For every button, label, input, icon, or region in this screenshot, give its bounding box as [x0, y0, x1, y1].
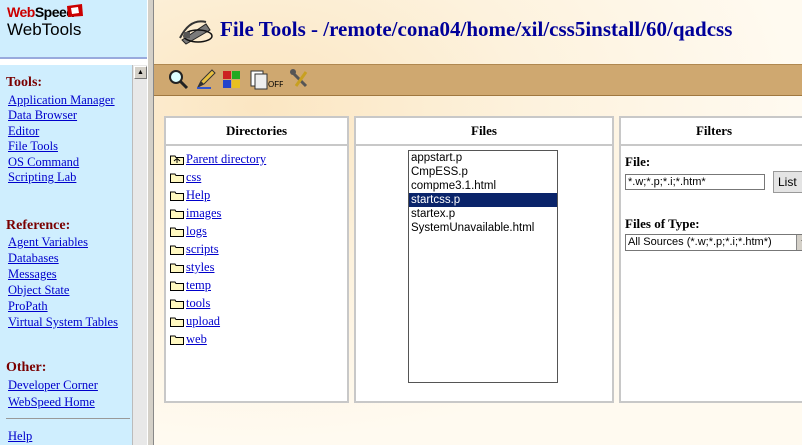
file-filter-input[interactable] — [625, 174, 765, 190]
main-frame: File Tools - /remote/cona04/home/xil/css… — [154, 0, 802, 445]
flag-icon — [67, 4, 83, 17]
files-off-icon[interactable]: OFF — [249, 68, 283, 90]
folder-icon — [170, 335, 184, 345]
filters-header: Filters — [621, 118, 802, 146]
puzzle-icon[interactable] — [221, 68, 243, 90]
folder-icon — [170, 317, 184, 327]
list-button[interactable]: List — [773, 171, 802, 193]
webspeed-logo[interactable]: WebSpeed WebTools — [0, 0, 147, 59]
scroll-up-arrow-icon[interactable]: ▲ — [134, 66, 147, 79]
nav-panel: Tools: Application Manager Data Browser … — [0, 65, 132, 445]
pencil-icon[interactable] — [195, 68, 217, 90]
nav-link-application-manager[interactable]: Application Manager — [8, 93, 115, 108]
nav-heading-tools: Tools: — [6, 75, 43, 90]
file-item[interactable]: compme3.1.html — [409, 179, 557, 193]
nav-link-object-state[interactable]: Object State — [8, 283, 69, 298]
nav-link-developer-corner[interactable]: Developer Corner — [8, 378, 98, 393]
nav-scrollbar[interactable]: ▲ — [132, 65, 147, 445]
nav-link-help[interactable]: Help — [8, 429, 32, 444]
folder-icon — [170, 281, 184, 291]
logo-web: Web — [7, 4, 35, 20]
frame-divider[interactable] — [147, 0, 154, 445]
file-listbox[interactable]: appstart.p CmpESS.p compme3.1.html start… — [408, 150, 558, 383]
nav-link-editor[interactable]: Editor — [8, 124, 39, 139]
file-item[interactable]: CmpESS.p — [409, 165, 557, 179]
folder-up-icon — [170, 155, 184, 165]
folder-icon — [170, 173, 184, 183]
dir-link-tools[interactable]: tools — [170, 296, 210, 311]
nav-heading-reference: Reference: — [6, 218, 71, 233]
magnifier-icon[interactable] — [167, 68, 189, 90]
folder-icon — [170, 299, 184, 309]
file-tools-icon — [179, 20, 213, 45]
tools-icon[interactable] — [288, 68, 310, 90]
folder-icon — [170, 191, 184, 201]
files-of-type-value: All Sources (*.w;*.p;*.i;*.htm*) — [628, 236, 772, 248]
nav-heading-other: Other: — [6, 360, 47, 375]
folder-icon — [170, 209, 184, 219]
nav-link-databases[interactable]: Databases — [8, 251, 59, 266]
dir-link-scripts[interactable]: scripts — [170, 242, 219, 257]
nav-link-webspeed-home[interactable]: WebSpeed Home — [8, 395, 95, 410]
nav-divider — [6, 418, 130, 419]
svg-text:OFF: OFF — [268, 80, 283, 89]
files-header: Files — [356, 118, 612, 146]
file-item[interactable]: startex.p — [409, 207, 557, 221]
dir-link-help[interactable]: Help — [170, 188, 210, 203]
dir-link-logs[interactable]: logs — [170, 224, 207, 239]
dir-link-web[interactable]: web — [170, 332, 207, 347]
folder-icon — [170, 245, 184, 255]
folder-icon — [170, 227, 184, 237]
dir-link-css[interactable]: css — [170, 170, 201, 185]
directories-header: Directories — [166, 118, 347, 146]
filters-panel: Filters File: List Files of Type: All So… — [619, 116, 802, 403]
nav-link-scripting-lab[interactable]: Scripting Lab — [8, 170, 76, 185]
files-panel: Files appstart.p CmpESS.p compme3.1.html… — [354, 116, 614, 403]
logo-webtools: WebTools — [7, 20, 82, 39]
chevron-down-icon[interactable]: ▼ — [796, 235, 802, 250]
nav-link-messages[interactable]: Messages — [8, 267, 57, 282]
page-title: File Tools - /remote/cona04/home/xil/css… — [220, 17, 733, 41]
file-filter-label: File: — [625, 154, 651, 169]
left-frame: WebSpeed WebTools Tools: Application Man… — [0, 0, 147, 445]
dir-link-parent[interactable]: Parent directory — [170, 152, 266, 167]
file-item[interactable]: appstart.p — [409, 151, 557, 165]
file-item[interactable]: SystemUnavailable.html — [409, 221, 557, 235]
nav-link-virtual-system-tables[interactable]: Virtual System Tables — [8, 315, 118, 330]
nav-link-file-tools[interactable]: File Tools — [8, 139, 58, 154]
nav-link-propath[interactable]: ProPath — [8, 299, 48, 314]
files-of-type-label: Files of Type: — [625, 216, 700, 231]
directories-panel: Directories Parent directory css Help im… — [164, 116, 349, 403]
dir-link-upload[interactable]: upload — [170, 314, 220, 329]
dir-link-temp[interactable]: temp — [170, 278, 211, 293]
file-item-selected[interactable]: startcss.p — [409, 193, 557, 207]
dir-link-images[interactable]: images — [170, 206, 221, 221]
files-of-type-select[interactable]: All Sources (*.w;*.p;*.i;*.htm*) ▼ — [625, 234, 802, 251]
nav-link-data-browser[interactable]: Data Browser — [8, 108, 77, 123]
nav-link-agent-variables[interactable]: Agent Variables — [8, 235, 88, 250]
nav-link-os-command[interactable]: OS Command — [8, 155, 79, 170]
toolbar: OFF — [154, 64, 802, 96]
folder-icon — [170, 263, 184, 273]
dir-link-styles[interactable]: styles — [170, 260, 214, 275]
